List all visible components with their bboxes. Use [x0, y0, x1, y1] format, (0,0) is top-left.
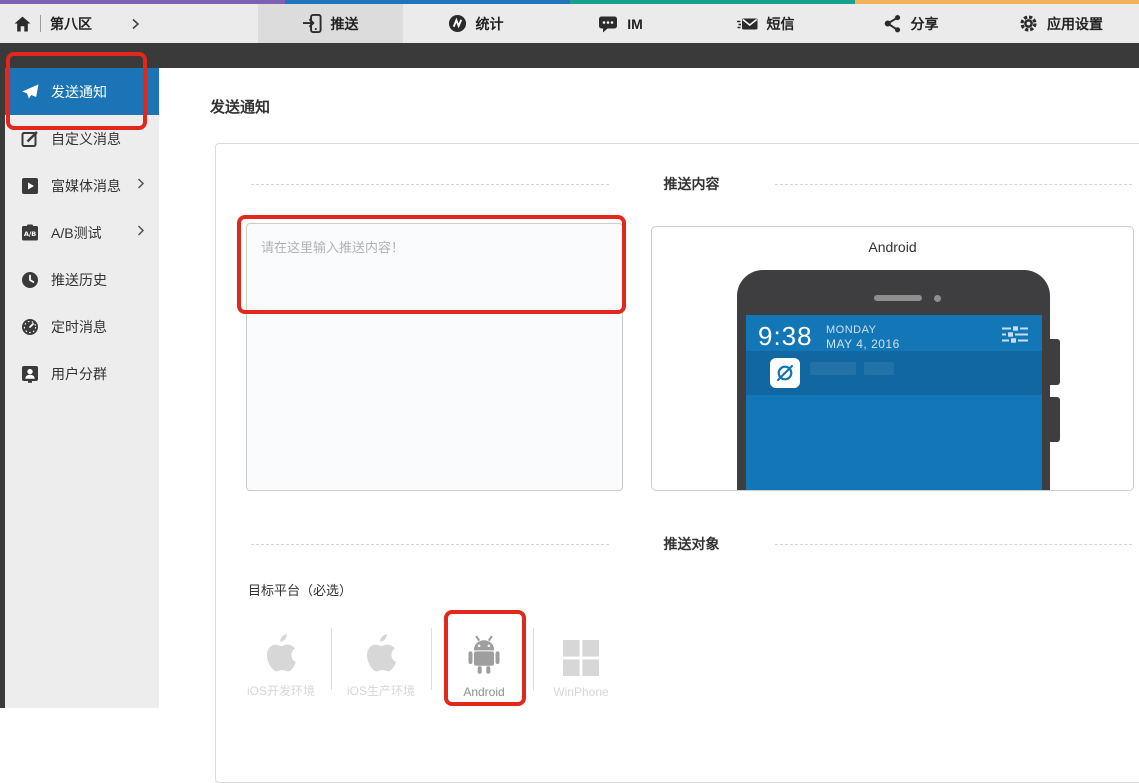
mixer-settings-icon [1002, 326, 1028, 343]
platform-winphone[interactable]: WinPhone [533, 624, 629, 699]
tab-label: IM [627, 16, 643, 32]
gear-icon [1019, 14, 1038, 33]
phone-speaker [874, 295, 922, 301]
tab-sms[interactable]: 短信 [693, 4, 838, 43]
sidebar-item-rich-media[interactable]: 富媒体消息 [5, 162, 159, 209]
edit-icon [21, 129, 39, 149]
platform-divider [331, 628, 332, 690]
play-icon [21, 176, 39, 196]
sidebar-item-label: 发送通知 [51, 82, 107, 102]
platform-label: iOS生产环境 [347, 682, 415, 699]
app-switcher[interactable]: 第八区 [14, 4, 140, 43]
push-form-card: 推送内容 Android 9:38 MONDAY MAY 4, 2016 [215, 143, 1139, 783]
svg-text:A/B: A/B [24, 230, 36, 238]
sidebar-item-send-notification[interactable]: 发送通知 [5, 68, 159, 115]
im-icon [598, 14, 618, 33]
sidebar-item-label: 自定义消息 [51, 129, 121, 149]
sidebar-item-label: 富媒体消息 [51, 176, 121, 196]
paper-plane-icon [21, 82, 39, 102]
clock-icon [21, 270, 39, 290]
dashed-line [251, 544, 609, 545]
app-icon-tile [770, 358, 800, 388]
tab-app-settings[interactable]: 应用设置 [983, 4, 1139, 43]
notification-ghost-text [810, 362, 856, 375]
jpush-logo-icon [775, 363, 795, 383]
platform-ios-prod[interactable]: iOS生产环境 [333, 624, 429, 699]
section-label: 推送内容 [664, 174, 720, 194]
notification-row [746, 351, 1042, 395]
apple-icon [265, 634, 298, 673]
apple-icon [365, 634, 398, 673]
sms-icon [737, 15, 758, 33]
phone-mockup: 9:38 MONDAY MAY 4, 2016 [737, 270, 1050, 491]
section-push-content: 推送内容 [251, 170, 1132, 198]
section-label: 推送对象 [664, 534, 720, 554]
tab-label: 推送 [331, 14, 359, 34]
preview-platform-title: Android [652, 239, 1133, 255]
timer-icon [21, 317, 39, 337]
ab-test-icon: A/B [21, 223, 39, 243]
platform-label: iOS开发环境 [247, 682, 315, 699]
push-icon [303, 14, 322, 33]
sidebar-item-label: 推送历史 [51, 270, 107, 290]
tab-label: 应用设置 [1047, 14, 1103, 34]
sidebar-item-label: 用户分群 [51, 364, 107, 384]
tab-label: 分享 [911, 14, 939, 34]
sidebar-item-custom-message[interactable]: 自定义消息 [5, 115, 159, 162]
platform-ios-dev[interactable]: iOS开发环境 [233, 624, 329, 699]
sidebar-item-scheduled-message[interactable]: 定时消息 [5, 303, 159, 350]
section-push-target: 推送对象 [251, 530, 1132, 558]
windows-icon [563, 640, 599, 676]
tab-label: 统计 [476, 14, 504, 34]
platform-android[interactable]: Android [436, 624, 532, 699]
phone-screen: 9:38 MONDAY MAY 4, 2016 [746, 315, 1042, 491]
dashed-line [775, 184, 1133, 185]
chevron-right-icon [137, 178, 145, 189]
preview-time: 9:38 [758, 321, 813, 352]
target-platform-label: 目标平台（必选） [248, 580, 352, 599]
dashed-line [251, 184, 609, 185]
users-icon [21, 364, 39, 384]
brand-divider [40, 15, 41, 32]
push-content-input[interactable] [246, 223, 623, 491]
chevron-right-icon [137, 225, 145, 236]
share-icon [883, 14, 902, 33]
tab-label: 短信 [767, 14, 795, 34]
app-name: 第八区 [50, 14, 92, 34]
android-icon [465, 634, 503, 676]
sidebar-item-ab-test[interactable]: A/B A/B测试 [5, 209, 159, 256]
tab-push[interactable]: 推送 [258, 4, 403, 43]
sidebar-item-user-segment[interactable]: 用户分群 [5, 350, 159, 397]
home-icon[interactable] [14, 16, 31, 32]
sidebar-item-label: A/B测试 [51, 223, 102, 243]
dark-toolbar [0, 43, 1139, 68]
tab-im[interactable]: IM [548, 4, 693, 43]
sidebar: 发送通知 自定义消息 富媒体消息 A/B A/B测试 推送历史 [5, 68, 159, 708]
preview-date: MAY 4, 2016 [826, 337, 900, 351]
preview-weekday: MONDAY [826, 324, 876, 336]
sidebar-item-push-history[interactable]: 推送历史 [5, 256, 159, 303]
top-navbar: 第八区 推送 统计 IM 短信 [0, 4, 1139, 43]
platform-divider [431, 628, 432, 690]
platform-label: Android [463, 685, 504, 699]
page-title: 发送通知 [210, 96, 270, 117]
tab-stats[interactable]: 统计 [403, 4, 548, 43]
notification-ghost-text [864, 362, 894, 375]
android-preview-panel: Android 9:38 MONDAY MAY 4, 2016 [651, 226, 1134, 491]
platform-label: WinPhone [553, 685, 608, 699]
tab-share[interactable]: 分享 [838, 4, 983, 43]
dashed-line [775, 544, 1133, 545]
sidebar-item-label: 定时消息 [51, 317, 107, 337]
phone-camera [934, 295, 941, 302]
stats-icon [448, 14, 467, 33]
chevron-right-icon[interactable] [131, 18, 140, 30]
